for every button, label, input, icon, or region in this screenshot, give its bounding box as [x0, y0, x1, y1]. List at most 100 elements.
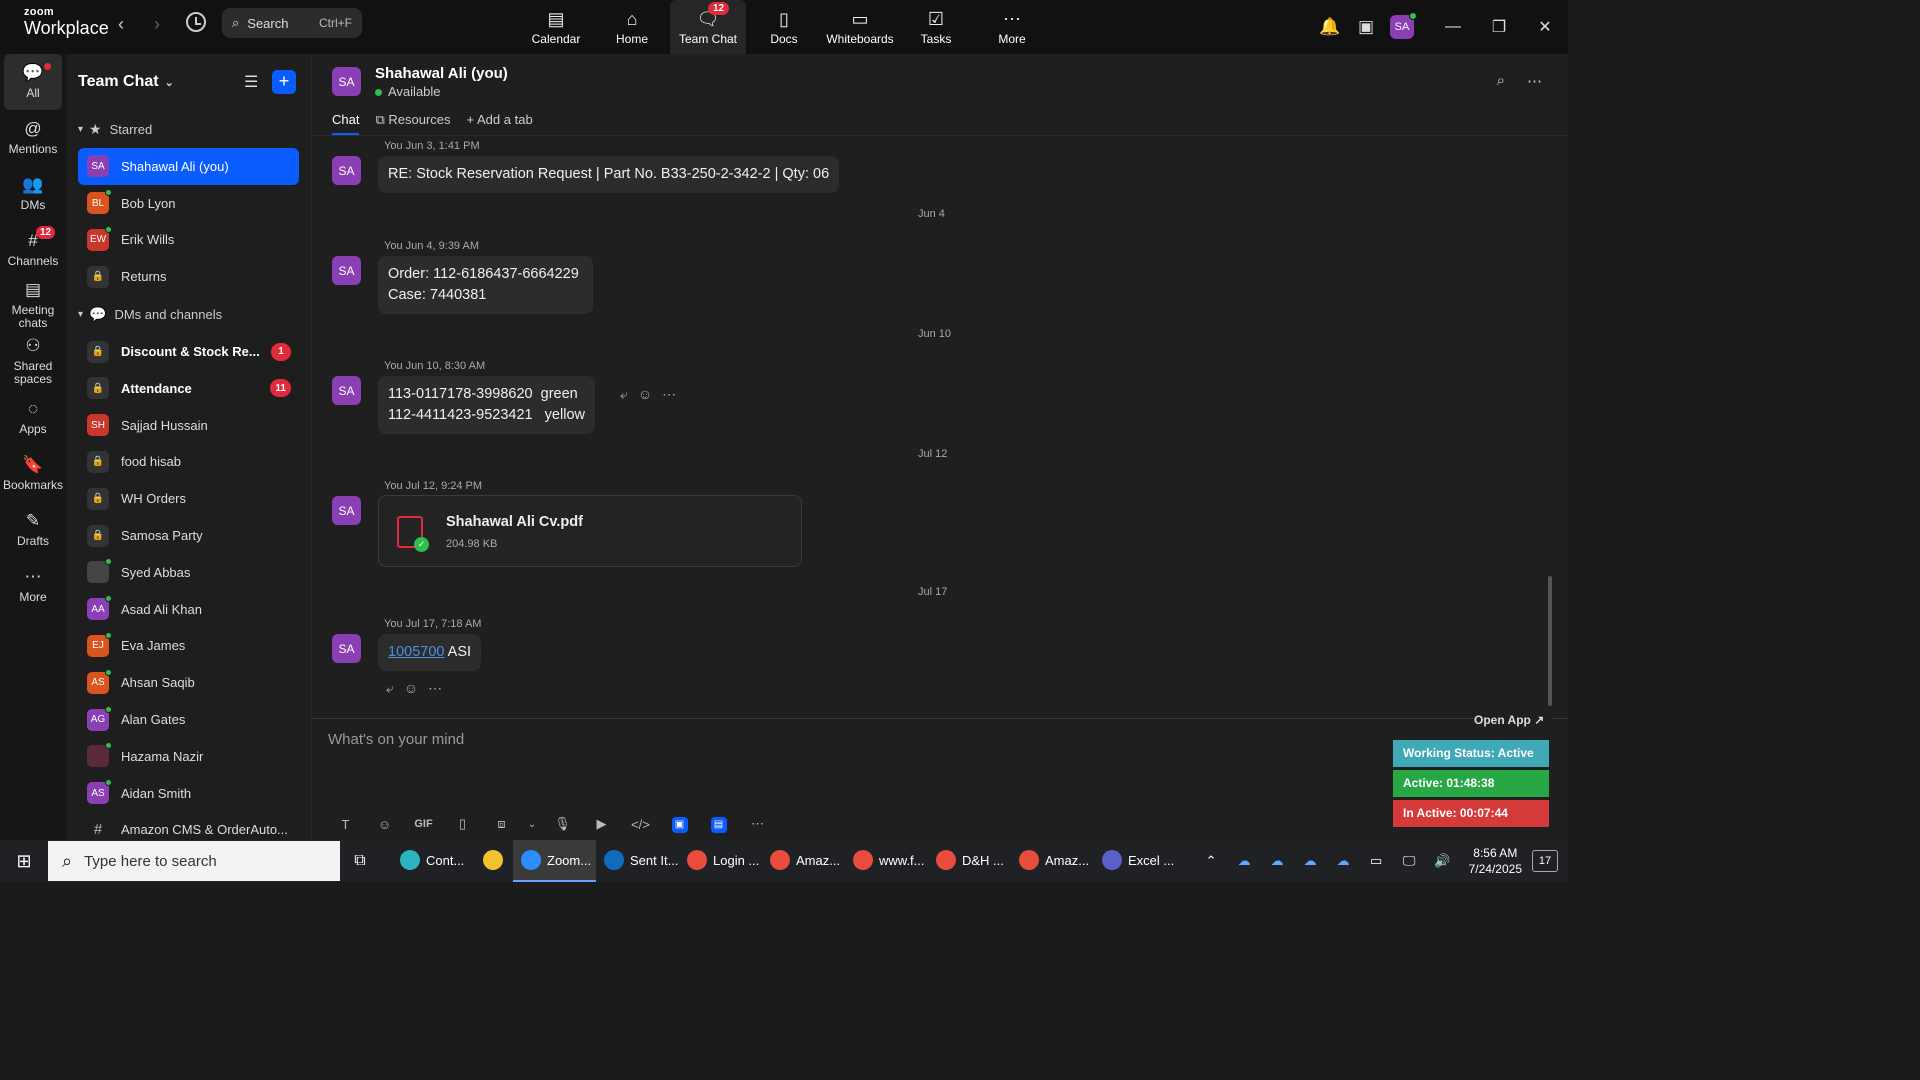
- zoom-app-icon[interactable]: ▣: [660, 815, 699, 833]
- restore-icon[interactable]: ❐: [1476, 17, 1522, 37]
- nav-calendar[interactable]: ▤ Calendar: [518, 0, 594, 54]
- nav-home[interactable]: ⌂ Home: [594, 0, 670, 54]
- chat-app-icon[interactable]: ▤: [699, 815, 738, 833]
- add-button[interactable]: +: [272, 70, 296, 94]
- rail-item-apps[interactable]: ◌ Apps: [0, 390, 66, 446]
- file-icon[interactable]: ▯: [443, 816, 482, 832]
- message-list[interactable]: SA You Jun 3, 1:41 PM RE: Stock Reservat…: [312, 136, 1556, 718]
- rail-item-meeting-chats[interactable]: ▤ Meeting chats: [0, 278, 66, 334]
- network-icon[interactable]: 🖵: [1393, 853, 1426, 869]
- onedrive-icon[interactable]: ☁: [1327, 853, 1360, 869]
- taskbar-app[interactable]: Amaz...: [762, 840, 845, 882]
- list-item[interactable]: 🔒 WH Orders: [78, 480, 299, 517]
- rail-item-drafts[interactable]: ✎ Drafts: [0, 502, 66, 558]
- nav-whiteboards[interactable]: ▭ Whiteboards: [822, 0, 898, 54]
- list-item[interactable]: 🔒 Attendance 11: [78, 370, 299, 407]
- more-icon[interactable]: ⋯: [738, 816, 777, 832]
- file-name[interactable]: Shahawal Ali Cv.pdf: [446, 514, 583, 530]
- message-bubble[interactable]: RE: Stock Reservation Request | Part No.…: [378, 156, 840, 193]
- list-item[interactable]: Hazama Nazir: [78, 738, 299, 775]
- history-icon[interactable]: [186, 12, 206, 32]
- rail-item-bookmarks[interactable]: 🔖 Bookmarks: [0, 446, 66, 502]
- more-icon[interactable]: ⋯: [1527, 72, 1542, 90]
- list-item[interactable]: BL Bob Lyon: [78, 185, 299, 222]
- avatar[interactable]: SA: [332, 156, 361, 185]
- gif-icon[interactable]: GIF: [404, 818, 443, 830]
- message-bubble[interactable]: Order: 112-6186437-6664229 Case: 7440381: [378, 256, 593, 314]
- more-icon[interactable]: ⋯: [662, 386, 676, 403]
- rail-item-mentions[interactable]: @ Mentions: [0, 110, 66, 166]
- taskbar-app[interactable]: [475, 840, 513, 882]
- back-arrow-icon[interactable]: ‹: [118, 14, 124, 35]
- chevron-up-icon[interactable]: ⌃: [1195, 853, 1228, 869]
- list-item[interactable]: EJ Eva James: [78, 628, 299, 665]
- list-item[interactable]: # Amazon CMS & OrderAuto...: [78, 812, 299, 840]
- onedrive-icon[interactable]: ☁: [1261, 853, 1294, 869]
- rail-item-dms[interactable]: 👥 DMs: [0, 166, 66, 222]
- reply-icon[interactable]: ⤶: [386, 680, 394, 697]
- nav-team-chat[interactable]: 🗨 Team Chat 12: [670, 0, 746, 54]
- list-item[interactable]: 🔒 Samosa Party: [78, 517, 299, 554]
- avatar[interactable]: SA: [332, 376, 361, 405]
- video-icon[interactable]: ▶: [582, 816, 621, 832]
- list-item[interactable]: EW Erik Wills: [78, 222, 299, 259]
- tab-resources[interactable]: ⧉ Resources: [375, 112, 450, 135]
- taskbar-app[interactable]: Zoom...: [513, 840, 596, 882]
- avatar[interactable]: SA: [332, 67, 361, 96]
- list-item[interactable]: AS Aidan Smith: [78, 775, 299, 812]
- rail-item-all[interactable]: 💬 All: [4, 54, 62, 110]
- emoji-icon[interactable]: ☺: [404, 680, 418, 697]
- onedrive-icon[interactable]: ☁: [1228, 853, 1261, 869]
- avatar[interactable]: SA: [332, 634, 361, 663]
- rail-item-more[interactable]: ⋯ More: [0, 558, 66, 614]
- message-bubble[interactable]: 113-0117178-3998620 green 112-4411423-95…: [378, 376, 595, 434]
- list-item[interactable]: AA Asad Ali Khan: [78, 591, 299, 628]
- list-item[interactable]: 🔒 food hisab: [78, 444, 299, 481]
- taskbar-search-input[interactable]: ⌕ Type here to search: [48, 841, 340, 881]
- more-icon[interactable]: ⋯: [428, 680, 442, 697]
- avatar[interactable]: SA: [332, 256, 361, 285]
- calendar-action-icon[interactable]: ▣: [1348, 17, 1384, 37]
- reply-icon[interactable]: ⤶: [620, 386, 628, 403]
- battery-icon[interactable]: ▭: [1360, 853, 1393, 869]
- microphone-icon[interactable]: 🎙: [543, 816, 582, 832]
- open-app-button[interactable]: Open App ↗: [1474, 713, 1552, 733]
- taskbar-app[interactable]: D&H ...: [928, 840, 1011, 882]
- list-item[interactable]: SA Shahawal Ali (you): [78, 148, 299, 185]
- search-icon[interactable]: ⌕: [1497, 72, 1505, 90]
- list-item[interactable]: AG Alan Gates: [78, 701, 299, 738]
- windows-start-icon[interactable]: ⊞: [0, 851, 48, 872]
- list-item[interactable]: 🔒 Returns: [78, 258, 299, 295]
- format-text-icon[interactable]: T: [326, 817, 365, 832]
- screenshot-icon[interactable]: ⧈: [482, 816, 521, 832]
- file-attachment[interactable]: ✓ Shahawal Ali Cv.pdf 204.98 KB: [378, 495, 802, 567]
- rail-item-channels[interactable]: # Channels 12: [0, 222, 66, 278]
- chevron-down-icon[interactable]: ⌄: [521, 819, 543, 830]
- taskbar-app[interactable]: Sent It...: [596, 840, 679, 882]
- starred-section[interactable]: ▾ ★ Starred: [66, 110, 311, 148]
- list-item[interactable]: AS Ahsan Saqib: [78, 664, 299, 701]
- code-icon[interactable]: </>: [621, 817, 660, 832]
- tab-chat[interactable]: Chat: [332, 112, 360, 135]
- notification-center-icon[interactable]: 17: [1532, 850, 1558, 872]
- message-link[interactable]: 1005700: [388, 644, 444, 660]
- sidebar-title[interactable]: Team Chat ⌄: [78, 73, 174, 91]
- forward-arrow-icon[interactable]: ›: [154, 14, 160, 35]
- nav-docs[interactable]: ▯ Docs: [746, 0, 822, 54]
- clock[interactable]: 8:56 AM 7/24/2025: [1459, 845, 1532, 877]
- dms-section[interactable]: ▾ 💬 DMs and channels: [66, 295, 311, 333]
- nav-more[interactable]: ⋯ More: [974, 0, 1050, 54]
- nav-tasks[interactable]: ☑ Tasks: [898, 0, 974, 54]
- taskbar-app[interactable]: Login ...: [679, 840, 762, 882]
- volume-icon[interactable]: 🔊: [1426, 853, 1459, 869]
- rail-item-shared-spaces[interactable]: ⚇ Shared spaces: [0, 334, 66, 390]
- taskbar-app[interactable]: Amaz...: [1011, 840, 1094, 882]
- close-icon[interactable]: ✕: [1522, 17, 1568, 37]
- avatar[interactable]: SA: [332, 496, 361, 525]
- search-input[interactable]: ⌕ Search Ctrl+F: [222, 8, 362, 38]
- filter-icon[interactable]: ☰: [244, 72, 258, 92]
- scrollbar[interactable]: [1548, 576, 1552, 706]
- taskbar-app[interactable]: Excel ...: [1094, 840, 1177, 882]
- taskbar-app[interactable]: www.f...: [845, 840, 928, 882]
- emoji-icon[interactable]: ☺: [638, 386, 652, 403]
